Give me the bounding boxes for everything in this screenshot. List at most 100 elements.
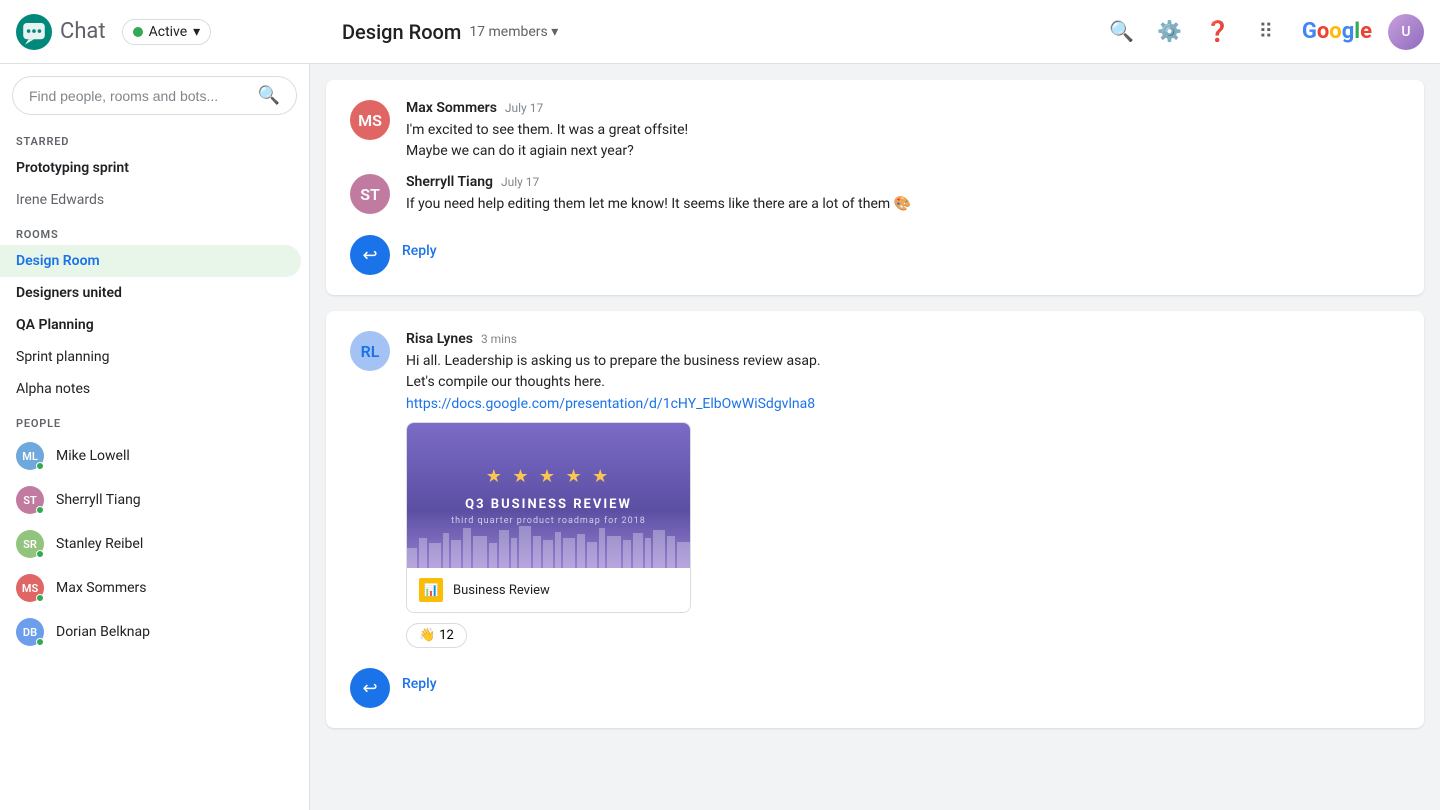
sidebar-item-qa-planning[interactable]: QA Planning (0, 309, 301, 341)
members-badge[interactable]: 17 members ▾ (469, 24, 558, 40)
avatar-max-sommers: MS (350, 100, 390, 140)
search-bar[interactable]: 🔍 (12, 76, 297, 115)
link-preview-card[interactable]: ★ ★ ★ ★ ★ Q3 BUSINESS REVIEW third quart… (406, 422, 691, 613)
msg-header-sherryll-tiang: Sherryll Tiang July 17 (406, 174, 1400, 190)
sidebar-item-label: Sherryll Tiang (56, 492, 141, 508)
help-button[interactable]: ❓ (1198, 12, 1238, 52)
person-avatar-sherryll-tiang: ST (16, 486, 44, 514)
reply-row-2: ↩ Reply (350, 660, 1400, 708)
msg-content-risa-lynes: Risa Lynes 3 mins Hi all. Leadership is … (406, 331, 1400, 648)
sidebar-item-label: Designers united (16, 285, 122, 301)
reply-label-2[interactable]: Reply (402, 676, 437, 692)
status-dot (36, 594, 44, 602)
reaction-count: 12 (439, 628, 454, 643)
search-input[interactable] (29, 88, 250, 104)
reply-button-2[interactable]: ↩ (350, 668, 390, 708)
active-label: Active (149, 24, 188, 40)
chat-logo-icon (16, 14, 52, 50)
msg-header-risa-lynes: Risa Lynes 3 mins (406, 331, 1400, 347)
reply-button-1[interactable]: ↩ (350, 235, 390, 275)
sidebar-item-irene-edwards[interactable]: Irene Edwards (0, 184, 301, 216)
msg-header-max-sommers: Max Sommers July 17 (406, 100, 1400, 116)
app-title: Chat (60, 19, 106, 44)
members-count: 17 members (469, 24, 547, 40)
sidebar-item-label: Irene Edwards (16, 192, 104, 208)
sidebar-item-label: QA Planning (16, 317, 94, 333)
sidebar-item-label: Sprint planning (16, 349, 109, 365)
chevron-down-icon: ▾ (193, 24, 200, 40)
message-group-sherryll-tiang: ST Sherryll Tiang July 17 If you need he… (350, 174, 1400, 215)
person-avatar-stanley-reibel: SR (16, 530, 44, 558)
person-avatar-mike-lowell: ML (16, 442, 44, 470)
reply-row-1: ↩ Reply (350, 227, 1400, 275)
starred-section-label: STARRED (0, 123, 309, 152)
sidebar: 🔍 STARRED Prototyping sprint Irene Edwar… (0, 64, 310, 810)
preview-footer: 📊 Business Review (407, 568, 690, 612)
sidebar-item-sprint-planning[interactable]: Sprint planning (0, 341, 301, 373)
sidebar-item-label: Design Room (16, 253, 100, 269)
reaction-emoji: 👋 (419, 628, 435, 643)
msg-content-max-sommers: Max Sommers July 17 I'm excited to see t… (406, 100, 1400, 162)
msg-sender-name: Sherryll Tiang (406, 174, 493, 190)
header-left: Chat Active ▾ (16, 14, 326, 50)
active-status-badge[interactable]: Active ▾ (122, 19, 212, 45)
search-icon: 🔍 (258, 85, 280, 106)
apps-button[interactable]: ⠿ (1246, 12, 1286, 52)
preview-title: Q3 BUSINESS REVIEW (465, 497, 632, 512)
msg-text: Hi all. Leadership is asking us to prepa… (406, 351, 1400, 393)
search-icon: 🔍 (1109, 19, 1134, 44)
help-icon: ❓ (1205, 19, 1230, 44)
sidebar-item-stanley-reibel[interactable]: SR Stanley Reibel (0, 522, 301, 566)
room-title: Design Room (342, 20, 461, 44)
msg-text: If you need help editing them let me kno… (406, 194, 1400, 215)
header-right: 🔍 ⚙️ ❓ ⠿ Google U (1102, 12, 1424, 52)
status-dot (36, 638, 44, 646)
search-button[interactable]: 🔍 (1102, 12, 1142, 52)
sidebar-item-max-sommers[interactable]: MS Max Sommers (0, 566, 301, 610)
sidebar-item-mike-lowell[interactable]: ML Mike Lowell (0, 434, 301, 478)
google-docs-link[interactable]: https://docs.google.com/presentation/d/1… (406, 396, 815, 412)
body-wrap: 🔍 STARRED Prototyping sprint Irene Edwar… (0, 64, 1440, 810)
sidebar-item-designers-united[interactable]: Designers united (0, 277, 301, 309)
city-silhouette-icon (407, 518, 690, 568)
grid-icon: ⠿ (1259, 19, 1274, 44)
sidebar-item-dorian-belknap[interactable]: DB Dorian Belknap (0, 610, 301, 654)
person-avatar-dorian-belknap: DB (16, 618, 44, 646)
status-dot (36, 550, 44, 558)
message-group-max-sommers: MS Max Sommers July 17 I'm excited to se… (350, 100, 1400, 162)
message-card-1: MS Max Sommers July 17 I'm excited to se… (326, 80, 1424, 295)
user-avatar[interactable]: U (1388, 14, 1424, 50)
members-chevron-icon: ▾ (551, 24, 558, 40)
sidebar-item-design-room[interactable]: Design Room (0, 245, 301, 277)
google-logo: Google (1302, 19, 1372, 44)
msg-text: I'm excited to see them. It was a great … (406, 120, 1400, 162)
msg-timestamp: July 17 (501, 175, 539, 189)
gear-icon: ⚙️ (1157, 19, 1182, 44)
sidebar-item-label: Prototyping sprint (16, 160, 129, 176)
status-dot (36, 506, 44, 514)
reaction-pill[interactable]: 👋 12 (406, 623, 467, 648)
msg-sender-name: Risa Lynes (406, 331, 473, 347)
slides-icon: 📊 (419, 578, 443, 602)
sidebar-item-label: Alpha notes (16, 381, 90, 397)
sidebar-item-sherryll-tiang[interactable]: ST Sherryll Tiang (0, 478, 301, 522)
sidebar-item-label: Max Sommers (56, 580, 147, 596)
message-card-2: RL Risa Lynes 3 mins Hi all. Leadership … (326, 311, 1424, 728)
msg-timestamp: July 17 (505, 101, 543, 115)
avatar-risa-lynes: RL (350, 331, 390, 371)
app-header: Chat Active ▾ Design Room 17 members ▾ 🔍… (0, 0, 1440, 64)
sidebar-item-prototyping-sprint[interactable]: Prototyping sprint (0, 152, 301, 184)
msg-timestamp: 3 mins (481, 332, 517, 346)
preview-thumbnail: ★ ★ ★ ★ ★ Q3 BUSINESS REVIEW third quart… (407, 423, 690, 568)
sidebar-item-alpha-notes[interactable]: Alpha notes (0, 373, 301, 405)
avatar-sherryll-tiang: ST (350, 174, 390, 214)
header-center: Design Room 17 members ▾ (326, 20, 1102, 44)
reply-label-1[interactable]: Reply (402, 243, 437, 259)
sidebar-item-label: Dorian Belknap (56, 624, 150, 640)
sidebar-item-label: Mike Lowell (56, 448, 130, 464)
settings-button[interactable]: ⚙️ (1150, 12, 1190, 52)
person-avatar-max-sommers: MS (16, 574, 44, 602)
preview-stars: ★ ★ ★ ★ ★ (486, 466, 612, 487)
sidebar-item-label: Stanley Reibel (56, 536, 143, 552)
people-section-label: PEOPLE (0, 405, 309, 434)
